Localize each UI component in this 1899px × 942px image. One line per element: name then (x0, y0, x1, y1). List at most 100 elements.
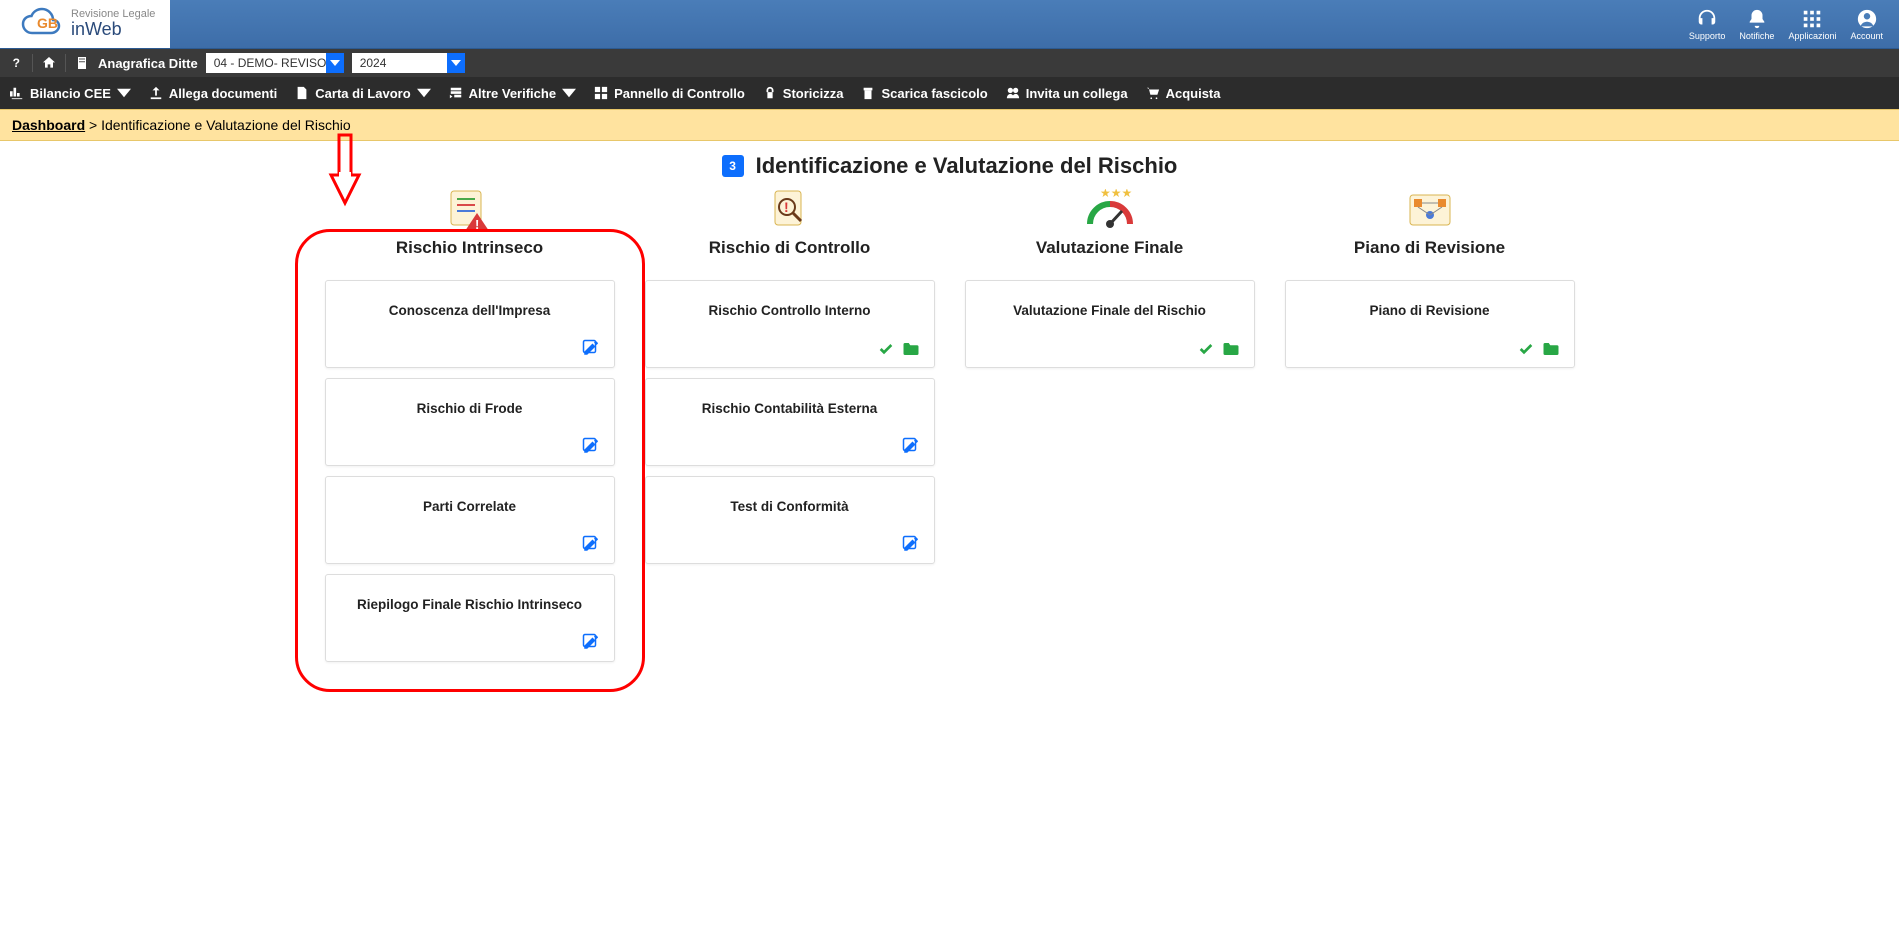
folder-icon (902, 341, 920, 357)
edit-icon (902, 437, 920, 455)
scarica-label: Scarica fascicolo (881, 86, 987, 101)
chevron-down-icon (562, 86, 576, 100)
flowchart-icon (1402, 187, 1458, 232)
account-button[interactable]: Account (1844, 5, 1889, 44)
company-select-value: 04 - DEMO- REVISORE UN (206, 56, 326, 70)
breadcrumb-current: Identificazione e Valutazione del Rischi… (101, 117, 351, 133)
card-title: Rischio Controllo Interno (660, 303, 920, 318)
bilancio-label: Bilancio CEE (30, 86, 111, 101)
allega-button[interactable]: Allega documenti (149, 86, 277, 101)
column-piano-revisione: Piano di Revisione Piano di Revisione (1285, 187, 1575, 672)
logo-text: Revisione Legale inWeb (71, 8, 155, 40)
invita-button[interactable]: Invita un collega (1006, 86, 1128, 101)
svg-text:★★★: ★★★ (1100, 189, 1132, 200)
pannello-label: Pannello di Controllo (614, 86, 745, 101)
toolbar: Bilancio CEE Allega documenti Carta di L… (0, 77, 1899, 109)
main-content: 3 Identificazione e Valutazione del Risc… (0, 141, 1899, 684)
column-rischio-controllo: ! Rischio di Controllo Rischio Controllo… (645, 187, 935, 672)
altre-button[interactable]: Altre Verifiche (449, 86, 576, 101)
column-valutazione-finale: ★★★ Valutazione Finale Valutazione Final… (965, 187, 1255, 672)
svg-text:!: ! (475, 217, 479, 231)
edit-icon (582, 633, 600, 651)
company-select-dropdown-icon[interactable] (326, 53, 344, 73)
building-icon[interactable] (74, 55, 90, 71)
document-magnify-icon: ! (765, 187, 815, 232)
column3-title: Valutazione Finale (1036, 238, 1183, 258)
svg-text:?: ? (13, 56, 20, 70)
chevron-down-icon (417, 86, 431, 100)
card-conoscenza-impresa[interactable]: Conoscenza dell'Impresa (325, 280, 615, 368)
card-title: Valutazione Finale del Rischio (980, 303, 1240, 318)
notifications-label: Notifiche (1739, 31, 1774, 41)
nav-bar: ? Anagrafica Ditte 04 - DEMO- REVISORE U… (0, 49, 1899, 77)
annotation-arrow-icon (325, 133, 365, 212)
breadcrumb-dashboard-link[interactable]: Dashboard (12, 117, 85, 133)
card-valutazione-finale-rischio[interactable]: Valutazione Finale del Rischio (965, 280, 1255, 368)
card-rischio-contabilita-esterna[interactable]: Rischio Contabilità Esterna (645, 378, 935, 466)
logo-cloud-icon: GB (15, 6, 63, 42)
edit-icon (582, 339, 600, 357)
home-icon[interactable] (41, 55, 57, 71)
card-rischio-frode[interactable]: Rischio di Frode (325, 378, 615, 466)
svg-text:!: ! (784, 199, 789, 215)
card-title: Conoscenza dell'Impresa (340, 303, 600, 318)
card-title: Rischio Contabilità Esterna (660, 401, 920, 416)
anagrafica-label: Anagrafica Ditte (98, 56, 198, 71)
card-title: Riepilogo Finale Rischio Intrinseco (340, 597, 600, 612)
column1-title: Rischio Intrinseco (396, 238, 543, 258)
folder-icon (1542, 341, 1560, 357)
breadcrumb: Dashboard > Identificazione e Valutazion… (0, 109, 1899, 141)
column4-title: Piano di Revisione (1354, 238, 1505, 258)
page-title-badge: 3 (722, 155, 744, 177)
edit-icon (582, 535, 600, 553)
acquista-label: Acquista (1166, 86, 1221, 101)
column-rischio-intrinseco: ! Rischio Intrinseco Conoscenza dell'Imp… (325, 187, 615, 672)
invita-label: Invita un collega (1026, 86, 1128, 101)
top-header: GB Revisione Legale inWeb Supporto Notif… (0, 0, 1899, 49)
storicizza-label: Storicizza (783, 86, 844, 101)
altre-label: Altre Verifiche (469, 86, 556, 101)
check-icon (1198, 341, 1214, 357)
pannello-button[interactable]: Pannello di Controllo (594, 86, 745, 101)
year-select-dropdown-icon[interactable] (447, 53, 465, 73)
card-riepilogo-finale[interactable]: Riepilogo Finale Rischio Intrinseco (325, 574, 615, 662)
allega-label: Allega documenti (169, 86, 277, 101)
year-select[interactable]: 2024 (352, 53, 465, 73)
card-rischio-controllo-interno[interactable]: Rischio Controllo Interno (645, 280, 935, 368)
storicizza-button[interactable]: Storicizza (763, 86, 844, 101)
gauge-icon: ★★★ (1080, 187, 1140, 232)
acquista-button[interactable]: Acquista (1146, 86, 1221, 101)
card-title: Rischio di Frode (340, 401, 600, 416)
company-select[interactable]: 04 - DEMO- REVISORE UN (206, 53, 344, 73)
folder-icon (1222, 341, 1240, 357)
edit-icon (902, 535, 920, 553)
column2-title: Rischio di Controllo (709, 238, 871, 258)
page-title: Identificazione e Valutazione del Rischi… (756, 153, 1178, 179)
check-icon (1518, 341, 1534, 357)
checklist-warning-icon: ! (445, 187, 495, 232)
breadcrumb-separator: > (85, 117, 101, 133)
support-label: Supporto (1689, 31, 1726, 41)
bilancio-button[interactable]: Bilancio CEE (10, 86, 131, 101)
scarica-button[interactable]: Scarica fascicolo (861, 86, 987, 101)
card-title: Test di Conformità (660, 499, 920, 514)
svg-text:GB: GB (37, 15, 58, 31)
year-select-value: 2024 (352, 56, 447, 70)
support-button[interactable]: Supporto (1683, 5, 1732, 44)
chevron-down-icon (117, 86, 131, 100)
card-piano-revisione[interactable]: Piano di Revisione (1285, 280, 1575, 368)
card-test-conformita[interactable]: Test di Conformità (645, 476, 935, 564)
card-title: Parti Correlate (340, 499, 600, 514)
check-icon (878, 341, 894, 357)
carta-button[interactable]: Carta di Lavoro (295, 86, 430, 101)
card-title: Piano di Revisione (1300, 303, 1560, 318)
account-label: Account (1850, 31, 1883, 41)
help-icon[interactable]: ? (8, 55, 24, 71)
apps-label: Applicazioni (1788, 31, 1836, 41)
logo-area: GB Revisione Legale inWeb (0, 0, 170, 48)
notifications-button[interactable]: Notifiche (1733, 5, 1780, 44)
apps-button[interactable]: Applicazioni (1782, 5, 1842, 44)
edit-icon (582, 437, 600, 455)
logo-line2: inWeb (71, 20, 155, 40)
card-parti-correlate[interactable]: Parti Correlate (325, 476, 615, 564)
